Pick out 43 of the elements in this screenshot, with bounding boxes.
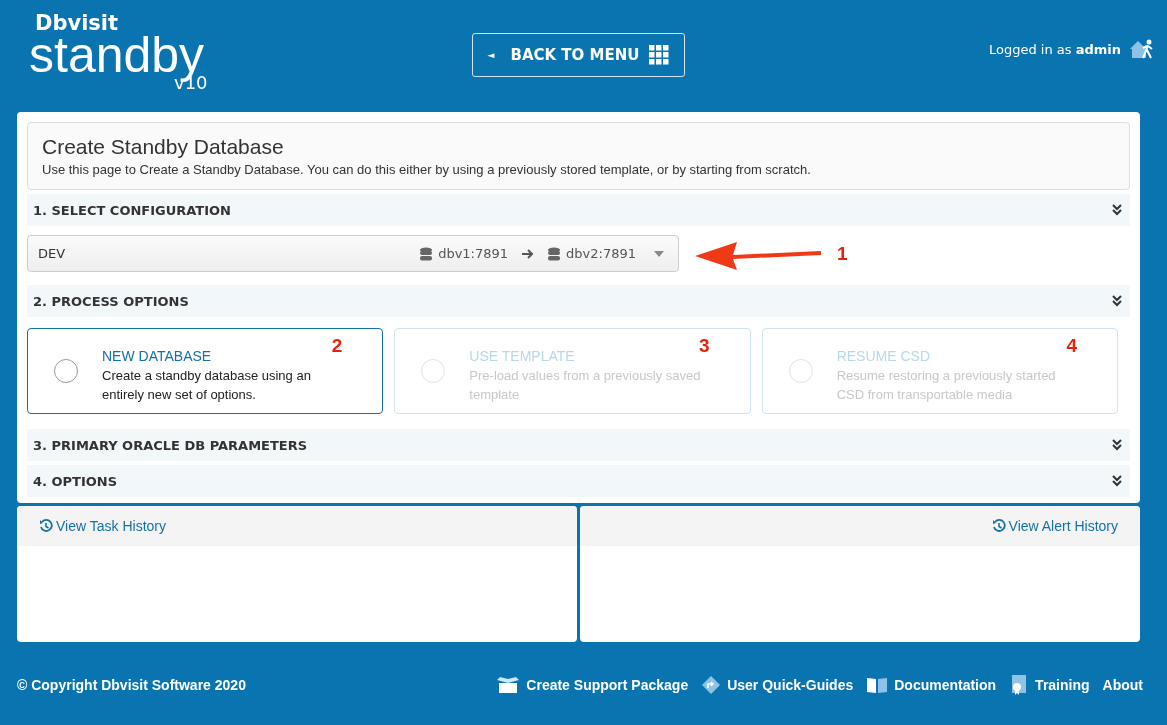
book-icon [866,675,889,694]
copyright-text: © Copyright Dbvisit Software 2020 [17,676,246,693]
database-icon [420,246,433,261]
history-link[interactable]: View Task History [39,518,166,534]
section-header[interactable]: 4. OPTIONS [27,465,1130,497]
dropdown-caret-icon [654,250,664,257]
option-title: USE TEMPLATE [469,346,576,366]
footer-link[interactable]: Documentation [866,673,997,696]
logout-icon[interactable] [1129,38,1155,60]
history-link[interactable]: View Alert History [991,518,1118,534]
footer-link[interactable]: Create Support Package [496,673,689,696]
back-to-menu-button[interactable]: ◄ BACK TO MENU [472,33,685,77]
annotation-number: 2 [331,335,343,357]
grid-icon [649,45,670,65]
page-description: Use this page to Create a Standby Database. You can do this either by using a previously stored template, or by starting from scratch. [42,162,812,177]
option-title: RESUME CSD [836,346,931,366]
direction-sign-icon [701,674,722,695]
double-chevron-icon [1112,439,1122,451]
double-chevron-icon [1112,475,1122,487]
annotation-number: 4 [1066,335,1077,357]
footer-link[interactable]: Training [1009,673,1090,696]
section-header[interactable]: 2. PROCESS OPTIONS [27,285,1130,317]
page-title: Create Standby Database [42,135,285,159]
footer-link[interactable]: About [1102,673,1143,696]
right-arrow-icon [522,248,535,259]
section-header[interactable]: 1. SELECT CONFIGURATION [27,194,1130,226]
option-title: NEW DATABASE [102,346,213,366]
history-icon [991,519,1006,533]
database-icon [548,246,561,261]
annotation-number: 3 [699,335,710,357]
process-option-card[interactable]: NEW DATABASE Create a standby database using an entirely new set of options. 2 [27,328,384,414]
history-icon [39,519,53,533]
double-chevron-icon [1112,295,1122,307]
section-header[interactable]: 3. PRIMARY ORACLE DB PARAMETERS [27,429,1130,461]
option-description: Create a standby database using an entirely new set of options. [102,366,312,404]
configuration-dropdown[interactable]: DEV dbv1:7891 dbv2:7891 [27,235,679,272]
login-status: Logged in as admin [988,41,1121,57]
annotation-number: 1 [837,242,848,265]
source-host: dbv1:7891 [438,246,509,261]
double-chevron-icon [1112,204,1122,216]
footer-link[interactable]: User Quick-Guides [701,673,854,696]
target-host: dbv2:7891 [566,246,636,261]
box-icon [496,675,521,694]
